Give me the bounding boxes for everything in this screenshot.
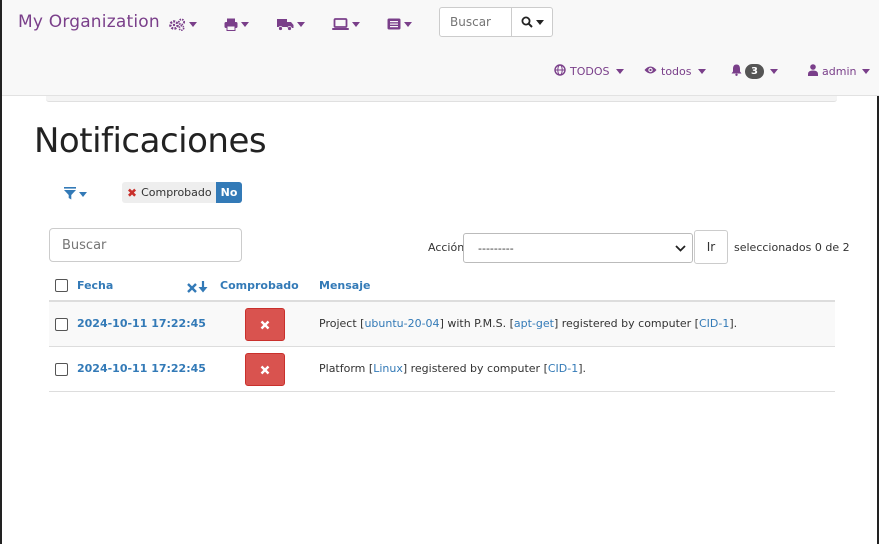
cogs-menu[interactable] [169,14,197,34]
row-date-link[interactable]: 2024-10-11 17:22:45 [77,317,206,330]
active-filter-label: Comprobado [141,186,212,199]
not-checked-button[interactable] [245,308,285,341]
list-icon [387,18,401,30]
message-text: ] registered by computer [ [402,362,548,375]
select-all-checkbox[interactable] [55,279,68,292]
filter-icon [64,185,76,204]
action-selected-value: --------- [478,241,514,255]
message-text: ] registered by computer [ [553,317,699,330]
row-checkbox[interactable] [55,318,68,331]
chevron-down-icon [297,21,305,27]
user-menu[interactable]: admin [808,62,871,80]
chevron-down-icon [404,21,412,27]
search-input[interactable] [49,228,242,262]
print-icon [224,18,238,31]
platform-link[interactable]: Linux [373,362,403,375]
view-filter-menu[interactable]: todos [644,62,706,80]
truck-icon [277,18,294,31]
message-text: ]. [729,317,738,330]
table-header: Fecha Comprobado Mensaje [49,270,835,302]
message-text: Project [ [319,317,365,330]
eye-icon [644,65,657,78]
search-icon [521,13,533,32]
close-icon [260,360,270,379]
computers-menu[interactable] [332,14,360,34]
user-name: admin [822,64,857,78]
list-menu[interactable] [387,14,412,34]
chevron-down-icon [535,19,544,25]
truck-menu[interactable] [277,14,305,34]
go-button[interactable]: Ir [694,230,728,264]
navbar-search-input[interactable] [440,8,512,36]
sort-controls[interactable] [187,278,208,297]
chevron-down-icon [862,68,871,74]
message-text: ]. [578,362,587,375]
active-filter-chip: ✖ Comprobado No [122,182,243,203]
project-filter-label: TODOS [570,64,610,78]
table-row: 2024-10-11 17:22:45 Project [ubuntu-20-0… [49,302,835,347]
filter-dropdown-button[interactable] [64,185,87,204]
column-header-date[interactable]: Fecha [77,279,113,292]
globe-icon [554,63,566,79]
row-message: Project [ubuntu-20-04] with P.M.S. [apt-… [319,317,737,330]
pms-link[interactable]: apt-get [514,317,554,330]
page-title: Notificaciones [34,121,267,161]
row-message: Platform [Linux] registered by computer … [319,362,586,375]
active-filter-value: No [215,182,243,203]
chevron-down-icon [189,21,197,27]
cogs-icon [169,18,186,31]
chevron-down-icon [352,21,360,27]
view-filter-label: todos [661,64,692,78]
arrow-down-icon[interactable] [198,278,208,297]
not-checked-button[interactable] [245,353,285,386]
message-text: ] with P.M.S. [ [439,317,514,330]
project-filter-menu[interactable]: TODOS [554,62,624,80]
chevron-down-icon [675,243,686,256]
computer-link[interactable]: CID-1 [699,317,729,330]
close-icon [260,315,270,334]
column-header-checked[interactable]: Comprobado [220,279,299,292]
brand-title[interactable]: My Organization [18,12,160,32]
computer-link[interactable]: CID-1 [548,362,578,375]
row-date-link[interactable]: 2024-10-11 17:22:45 [77,362,206,375]
chevron-down-icon [769,68,778,74]
print-menu[interactable] [224,14,249,34]
selection-counter: seleccionados 0 de 2 [734,241,850,254]
bell-icon [731,64,742,79]
breadcrumb [46,96,837,102]
notifications-table: Fecha Comprobado Mensaje 2024-10-11 17:2… [49,270,835,392]
remove-sort-icon[interactable] [187,278,197,297]
chevron-down-icon [615,68,624,74]
row-checkbox[interactable] [55,363,68,376]
message-text: Platform [ [319,362,374,375]
remove-filter-icon[interactable]: ✖ [122,186,141,200]
table-row: 2024-10-11 17:22:45 Platform [Linux] reg… [49,347,835,392]
laptop-icon [332,17,349,31]
navbar-search-button[interactable] [512,8,552,36]
user-icon [808,63,818,79]
project-link[interactable]: ubuntu-20-04 [364,317,439,330]
top-navbar: My Organization Buscar TODOS todos 3 adm… [2,0,879,96]
navbar-search [439,7,553,37]
chevron-down-icon [241,21,249,27]
notifications-menu[interactable]: 3 [731,62,778,80]
action-label: Acción: [428,241,468,254]
chevron-down-icon [697,68,706,74]
action-select[interactable]: --------- [463,233,693,263]
notifications-count-badge: 3 [745,63,764,79]
chevron-down-icon [79,192,87,197]
column-header-message[interactable]: Mensaje [319,279,370,292]
